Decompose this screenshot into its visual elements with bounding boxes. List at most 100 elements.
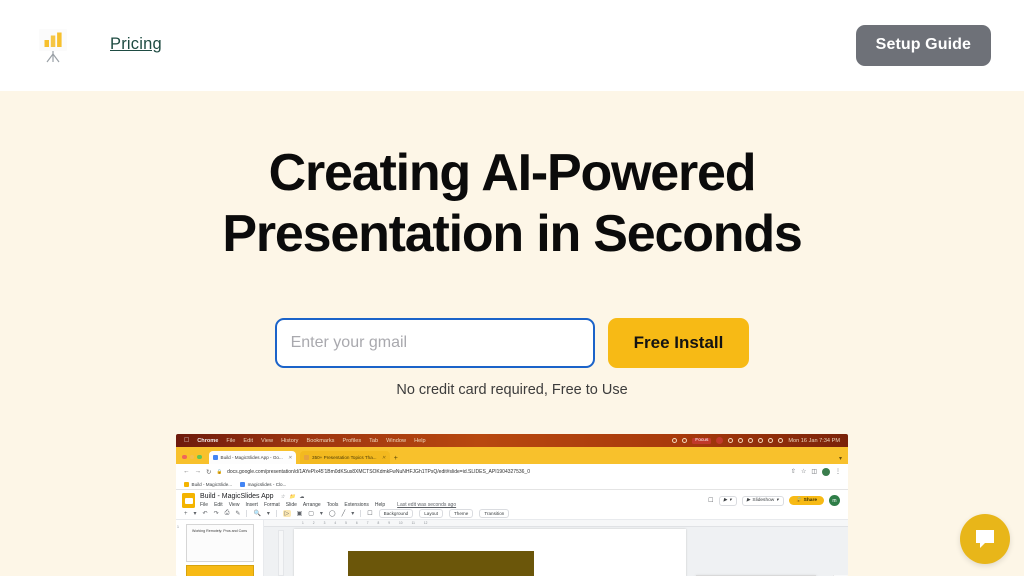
slides-menu-slide[interactable]: Slide	[286, 502, 297, 508]
slideshow-button[interactable]: ▶ Slideshow ▾	[741, 495, 784, 506]
paint-format-icon[interactable]: ✎	[235, 510, 240, 517]
slides-menu-edit[interactable]: Edit	[214, 502, 223, 508]
document-title-text: Build - MagicSlides App	[200, 493, 274, 500]
profile-avatar-icon[interactable]	[822, 467, 830, 476]
chevron-down-icon[interactable]: ▾	[267, 510, 270, 517]
spotlight-search-icon[interactable]	[778, 438, 784, 443]
menu-item-view[interactable]: View	[261, 438, 273, 444]
star-icon[interactable]: ☆	[281, 494, 285, 500]
nav-link-pricing[interactable]: Pricing	[110, 35, 162, 54]
last-edit-status[interactable]: Last edit was seconds ago	[397, 502, 456, 508]
volume-icon[interactable]	[748, 438, 754, 443]
shape-icon[interactable]: ◯	[329, 510, 336, 517]
back-arrow-icon[interactable]: ←	[183, 468, 190, 475]
sidepanel-icon[interactable]: ◫	[811, 468, 817, 475]
battery-icon[interactable]	[738, 438, 744, 443]
menu-item-bookmarks[interactable]: Bookmarks	[306, 438, 334, 444]
browser-tab-inactive[interactable]: 350+ Presentation Topics Tha... ✕	[300, 451, 390, 464]
zoom-icon[interactable]: 🔍	[253, 510, 260, 517]
theme-button[interactable]: Theme	[449, 509, 474, 518]
setup-guide-button[interactable]: Setup Guide	[855, 25, 991, 66]
lock-icon: 🔒	[216, 468, 223, 474]
bookmark-item[interactable]: Build - MagicSlide...	[184, 481, 232, 487]
ruler-mark: 1	[302, 521, 304, 525]
slides-menu-extensions[interactable]: Extensions	[344, 502, 368, 508]
reload-icon[interactable]: ↻	[206, 468, 211, 476]
menu-item-history[interactable]: History	[281, 438, 298, 444]
display-icon[interactable]	[728, 438, 734, 443]
settings-icon[interactable]	[672, 438, 678, 443]
background-button[interactable]: Background	[378, 509, 414, 518]
controlcenter-icon[interactable]	[758, 438, 764, 443]
slide-image-placeholder[interactable]	[348, 551, 534, 576]
brand-logo[interactable]	[34, 26, 72, 66]
tab-favicon-icon	[212, 455, 218, 460]
user-avatar[interactable]: m	[829, 495, 840, 506]
menu-item-profiles[interactable]: Profiles	[342, 438, 361, 444]
select-cursor-icon[interactable]: ▷	[282, 510, 291, 517]
url-text[interactable]: docs.google.com/presentation/d/1AYePIx45…	[227, 469, 786, 475]
slides-menu-format[interactable]: Format	[264, 502, 280, 508]
menu-item-window[interactable]: Window	[386, 438, 406, 444]
slide-canvas[interactable]	[294, 529, 686, 576]
slides-menu-file[interactable]: File	[200, 502, 208, 508]
share-icon[interactable]: ⇧	[791, 468, 796, 475]
redo-icon[interactable]: ↷	[214, 510, 219, 517]
document-title[interactable]: Build - MagicSlides App ☆ 📁 ☁	[200, 493, 456, 500]
slides-menu-help[interactable]: Help	[375, 502, 385, 508]
focus-status-badge[interactable]: Focus	[692, 437, 712, 444]
video-camera-icon: ▶	[723, 498, 728, 503]
insert-image-icon[interactable]: ▢	[308, 510, 314, 517]
comment-history-icon[interactable]: ☐	[708, 497, 713, 504]
close-tab-icon[interactable]: ✕	[288, 455, 292, 461]
horizontal-ruler: 1 2 3 4 5 6 7 8 9 10 11 12	[264, 520, 848, 527]
menu-item-file[interactable]: File	[226, 438, 235, 444]
slides-menu-tools[interactable]: Tools	[327, 502, 339, 508]
maximize-window-icon[interactable]	[197, 454, 202, 459]
close-tab-icon[interactable]: ✕	[382, 455, 386, 461]
browser-tab-active[interactable]: Build - MagicSlides App - Go... ✕	[208, 451, 297, 464]
meet-button[interactable]: ▶ ▾	[718, 495, 737, 506]
bookmark-item[interactable]: magicslides - Clo...	[240, 481, 286, 487]
print-icon[interactable]: ⎙	[225, 510, 230, 517]
transition-button[interactable]: Transition	[479, 509, 510, 518]
kebab-menu-icon[interactable]: ⋮	[835, 468, 841, 475]
window-controls[interactable]	[182, 454, 202, 459]
menu-item-edit[interactable]: Edit	[243, 438, 253, 444]
bell-icon[interactable]	[682, 438, 688, 443]
comment-icon[interactable]: ☐	[367, 510, 372, 517]
add-slide-icon[interactable]: +	[184, 511, 188, 517]
forward-arrow-icon[interactable]: →	[195, 468, 202, 475]
slides-menu-view[interactable]: View	[229, 502, 240, 508]
close-window-icon[interactable]	[182, 454, 187, 459]
slides-menu-arrange[interactable]: Arrange	[303, 502, 321, 508]
free-install-button[interactable]: Free Install	[607, 318, 750, 368]
layout-button[interactable]: Layout	[419, 509, 443, 518]
menu-item-chrome[interactable]: Chrome	[197, 438, 218, 444]
tab-list-chevron-icon[interactable]: ▾	[839, 455, 842, 462]
bookmark-star-icon[interactable]: ☆	[801, 468, 806, 475]
slide-thumbnail[interactable]: Working Remotely: Pros and Cons	[186, 524, 254, 562]
email-input[interactable]	[274, 318, 595, 368]
minimize-window-icon[interactable]	[189, 454, 194, 459]
ruler-mark: 2	[312, 521, 315, 525]
chevron-down-icon: ▾	[729, 498, 732, 503]
macos-menu-bar:  Chrome File Edit View History Bookmark…	[176, 434, 848, 447]
share-button[interactable]: 🔒 Share	[788, 496, 824, 505]
chevron-down-icon[interactable]: ▾	[194, 510, 197, 517]
menu-item-tab[interactable]: Tab	[369, 438, 378, 444]
chevron-down-icon[interactable]: ▾	[320, 510, 323, 517]
wifi-icon[interactable]	[768, 438, 774, 443]
chevron-down-icon[interactable]: ▾	[351, 510, 354, 517]
new-tab-button[interactable]: +	[394, 455, 398, 462]
line-icon[interactable]: ╱	[342, 510, 346, 517]
text-box-icon[interactable]: ▣	[297, 510, 303, 517]
browser-tab-strip: Build - MagicSlides App - Go... ✕ 350+ P…	[176, 447, 848, 464]
undo-icon[interactable]: ↶	[203, 510, 208, 517]
chat-widget-button[interactable]	[960, 514, 1010, 564]
move-folder-icon[interactable]: 📁	[289, 494, 295, 500]
apple-logo-icon: 	[184, 437, 189, 444]
menu-item-help[interactable]: Help	[414, 438, 426, 444]
slides-menu-insert[interactable]: Insert	[245, 502, 258, 508]
slide-thumbnail[interactable]	[186, 565, 254, 576]
